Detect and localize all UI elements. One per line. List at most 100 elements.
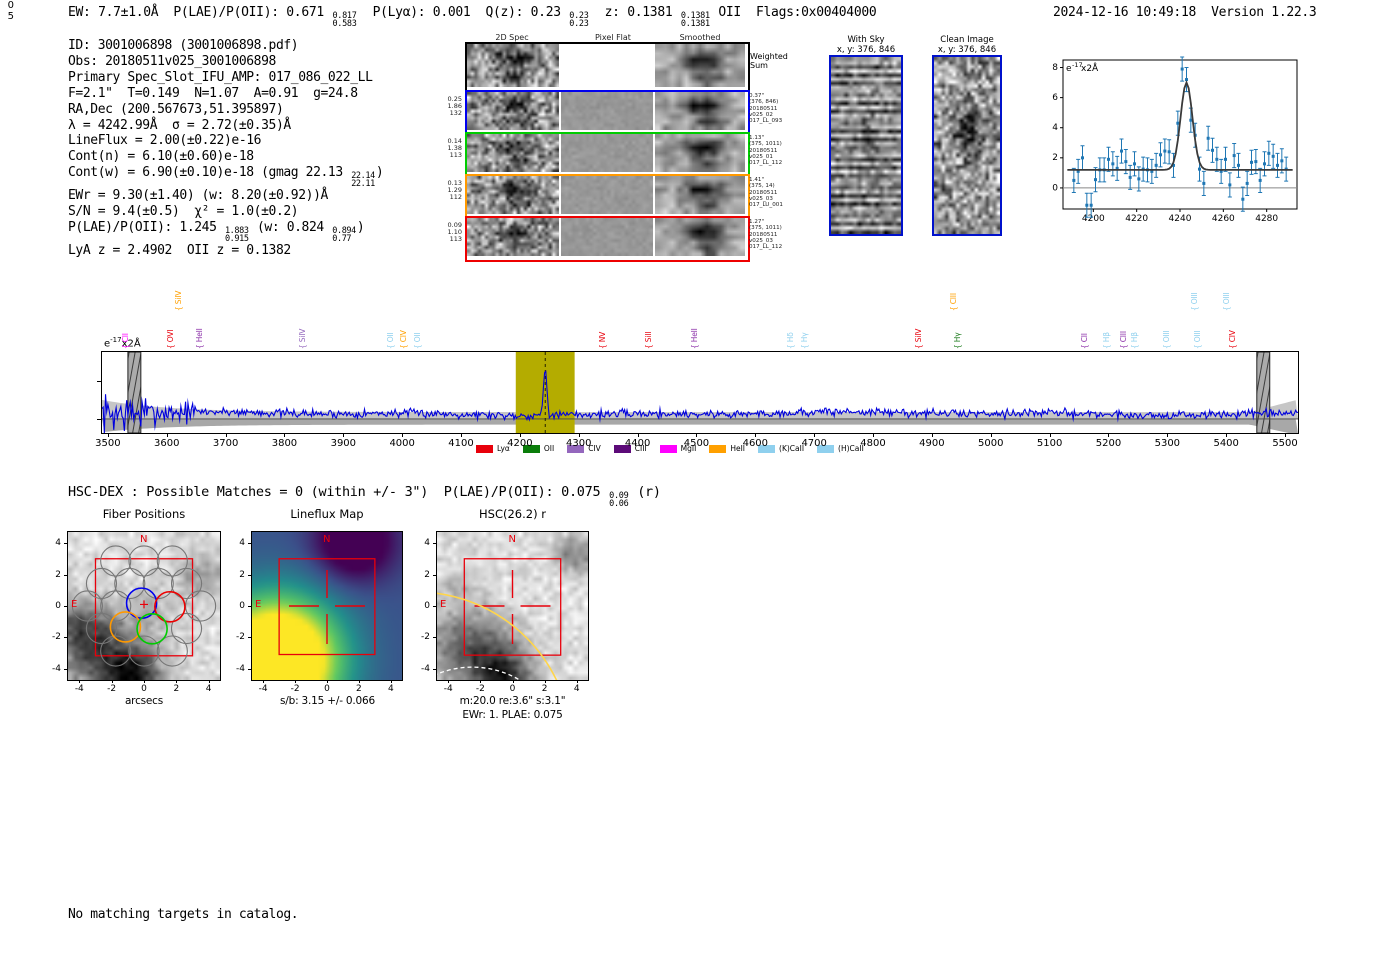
x-tick-label: 4700 — [801, 438, 827, 449]
x-tick-mark — [931, 433, 933, 437]
info-line: F=2.1" T=0.149 N=1.07 A=0.91 g=24.8 — [68, 86, 383, 102]
compass-east: E — [255, 599, 262, 610]
with-sky-title: With Sky x, y: 376, 846 — [818, 35, 914, 55]
emission-line-label: { CII — [121, 333, 131, 349]
map-x-tick-label: -4 — [74, 684, 84, 694]
spectrum-canvas — [102, 352, 1298, 433]
text-segment: LyA z = 2.4902 OII z = 0.1382 — [68, 243, 291, 259]
x-tick-mark — [990, 433, 992, 437]
stacked-value: 0.09 0.06 — [609, 491, 629, 509]
x-tick-mark — [637, 433, 639, 437]
text-segment: z: 0.1381 — [589, 5, 680, 20]
x-tick-label: 5400 — [1213, 438, 1239, 449]
x-tick-label: 4900 — [919, 438, 945, 449]
y-tick-label: 5 — [7, 11, 14, 22]
fiber-circle — [170, 567, 203, 600]
map-x-tick — [327, 680, 328, 683]
spec2d-cell-2dspec — [467, 134, 559, 172]
center-cross-marker — [140, 600, 148, 609]
text-segment: Primary Spec_Slot_IFU_AMP: 017_086_022_L… — [68, 69, 373, 85]
stacked-value: 0.23 0.23 — [569, 11, 589, 29]
fiber-xlabel: arcsecs — [124, 695, 164, 707]
map-y-tick — [64, 543, 67, 545]
x-tick-label: 4200 — [507, 438, 533, 449]
map-x-tick-label: -2 — [475, 684, 485, 694]
map-y-tick — [433, 668, 436, 670]
text-segment: LineFlux = 2.00(±0.22)e-16 — [68, 133, 262, 149]
header-timestamp: 2024-12-16 10:49:18 Version 1.22.3 — [1053, 5, 1317, 20]
text-segment: S/N = 9.4(±0.5) χ² = 1.0(±0.2) — [68, 204, 299, 220]
emission-line-label: { Hδ — [786, 332, 796, 349]
x-tick-mark — [519, 433, 521, 437]
text-segment: Flags:0x00404000 — [755, 5, 877, 20]
with-sky-coords: x, y: 376, 846 — [836, 45, 896, 55]
spec2d-left-labels: 0.14 1.38 113 — [447, 137, 462, 160]
emission-line-label: { CIV — [399, 330, 409, 349]
x-tick-mark — [873, 433, 875, 437]
map-x-tick — [176, 680, 178, 683]
text-segment: F=2.1" T=0.149 N=1.07 A=0.91 g=24.8 — [68, 85, 358, 101]
x-tick-mark — [461, 433, 463, 437]
map-x-tick — [208, 680, 210, 683]
spec2d-right-labels: 1.41" (375, 14) 20180511 v025_03 017_LU_001 — [749, 177, 783, 209]
map-y-tick-label: 2 — [55, 569, 61, 580]
stacked-value: 0.1381 0.1381 — [680, 11, 710, 29]
dashed-ellipse-arc — [437, 666, 521, 680]
text-segment: Cont(n) = 6.10(±0.60)e-18 — [68, 149, 254, 165]
map-y-tick-label: -2 — [236, 632, 245, 643]
col-header-2d-spec: 2D Spec — [495, 33, 529, 42]
fiber-circle — [185, 590, 217, 622]
x-tick-mark — [1226, 433, 1228, 437]
spec2d-cell-2dspec — [467, 44, 559, 87]
report-datetime: 2024-12-16 10:49:18 — [1053, 5, 1197, 20]
x-tick-label: 5000 — [978, 438, 1004, 449]
text-segment: (r) — [629, 484, 661, 500]
info-line: RA,Dec (200.567673,51.395897) — [68, 102, 383, 118]
emission-line-label: { SiIV — [297, 328, 307, 349]
emission-line-label: { OVI — [166, 329, 176, 349]
weighted-fiber-circle — [109, 611, 142, 643]
emission-line-label: { NV — [597, 331, 607, 349]
info-line: LineFlux = 2.00(±0.22)e-16 — [68, 133, 383, 149]
map-y-tick-label: -4 — [421, 663, 430, 674]
x-tick-mark — [696, 433, 698, 437]
legend-swatch — [476, 444, 493, 453]
compass-north: N — [508, 534, 516, 545]
info-line: LyA z = 2.4902 OII z = 0.1382 — [68, 243, 383, 259]
x-tick-mark — [755, 433, 757, 437]
fiber-map-overlay — [71, 545, 217, 667]
x-tick-label: 4500 — [683, 438, 710, 449]
fiber-positions-title: Fiber Positions — [102, 507, 186, 521]
map-y-tick — [248, 668, 251, 670]
x-tick-mark — [1049, 433, 1051, 437]
text-segment: EWr = 9.30(±1.40) (w: 8.20(±0.92))Å — [68, 188, 328, 204]
stacked-value: 0.817 0.583 — [332, 11, 357, 29]
map-y-tick — [248, 543, 251, 545]
map-y-tick-label: -2 — [421, 632, 430, 643]
text-segment: Q(z): 0.23 — [485, 5, 569, 20]
map-x-tick — [512, 680, 514, 683]
emission-line-label: { CII — [1080, 333, 1090, 349]
lineflux-caption: s/b: 3.15 +/- 0.066 — [280, 695, 375, 707]
map-y-tick-label: -4 — [236, 663, 245, 674]
emission-line-label: { SiIV — [914, 328, 924, 349]
stacked-value: 1.883 0.915 — [224, 226, 249, 245]
map-y-tick — [64, 606, 67, 607]
map-y-tick — [64, 574, 67, 576]
x-tick-label: 4000 — [389, 438, 415, 449]
x-tick-label: 4800 — [860, 438, 886, 449]
fiber-circle — [128, 545, 160, 577]
spec2d-cell-pixelflat — [561, 176, 653, 214]
map-y-tick — [64, 637, 67, 639]
x-tick-mark — [1167, 433, 1169, 437]
map-x-tick — [544, 680, 546, 683]
map-x-tick-label: 0 — [324, 684, 330, 694]
x-tick-mark — [343, 433, 345, 437]
hsc-title: HSC(26.2) r — [479, 507, 546, 521]
x-tick-label: 3500 — [95, 438, 121, 449]
spec2d-cell-smoothed — [655, 92, 745, 130]
compass-north: N — [140, 534, 148, 545]
map-x-tick-label: 0 — [509, 684, 516, 694]
x-tick-mark — [166, 433, 168, 437]
text-segment: P(LAE)/P(OII): 0.671 — [173, 5, 332, 20]
